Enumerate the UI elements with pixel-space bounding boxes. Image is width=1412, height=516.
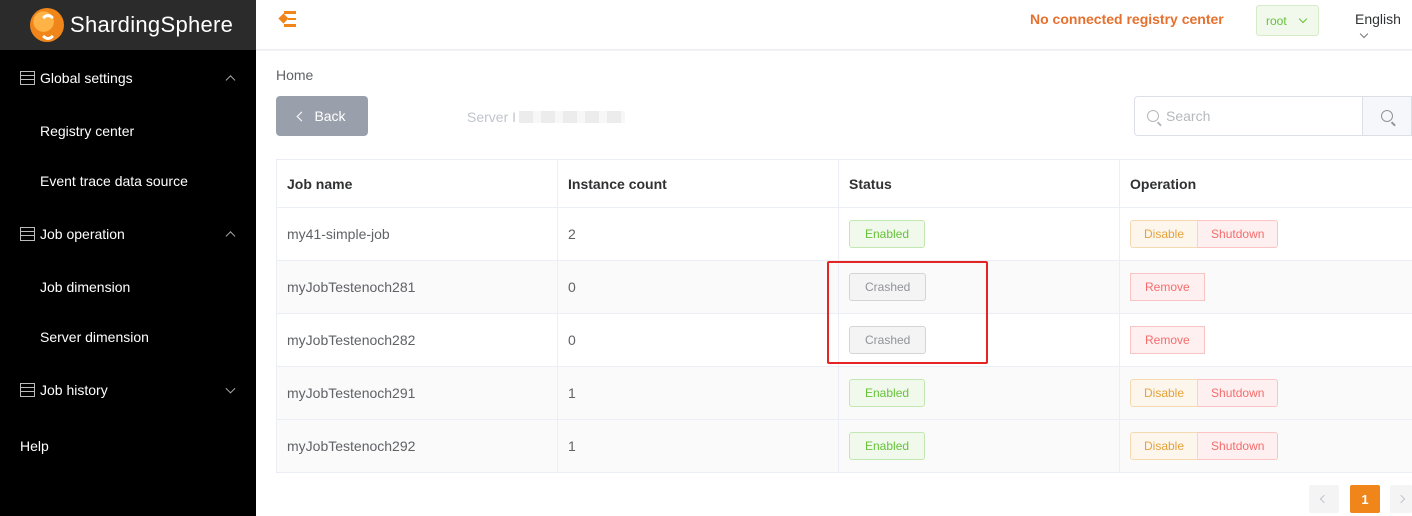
sidebar-item-help[interactable]: Help: [0, 418, 256, 474]
language-label: English: [1355, 11, 1401, 27]
operation-cell: Disable Shutdown: [1120, 208, 1412, 260]
column-header-operation: Operation: [1130, 175, 1197, 192]
chevron-up-icon: [225, 231, 236, 242]
status-cell: Enabled: [839, 367, 1120, 419]
instance-count-cell: 0: [558, 261, 839, 313]
remove-button[interactable]: Remove: [1130, 273, 1205, 301]
sidebar-item-server-dimension[interactable]: Server dimension: [0, 312, 256, 362]
page-number[interactable]: 1: [1350, 485, 1380, 513]
disable-button[interactable]: Disable: [1130, 220, 1199, 248]
menu-group-global-settings[interactable]: Global settings: [0, 50, 256, 106]
language-dropdown[interactable]: English: [1355, 11, 1412, 43]
server-ip-label: Server I: [467, 109, 626, 125]
chevron-left-icon: [1319, 494, 1329, 504]
chevron-up-icon: [225, 75, 236, 86]
chevron-down-icon: [225, 383, 236, 394]
status-badge: Crashed: [849, 326, 927, 354]
main-content: Home Back Server I Search Job name Insta…: [256, 51, 1412, 516]
menu-group-job-history[interactable]: Job history: [0, 362, 256, 418]
status-cell: Enabled: [839, 420, 1120, 472]
search-input[interactable]: Search: [1134, 96, 1364, 136]
back-label: Back: [314, 108, 346, 124]
search-icon: [1381, 110, 1393, 122]
operation-cell: Disable Shutdown: [1120, 367, 1412, 419]
table-row: my41-simple-job 2 Enabled Disable Shutdo…: [277, 208, 1412, 261]
menu-grid-icon: [20, 227, 35, 241]
table-header: Job name Instance count Status Operation: [277, 160, 1412, 208]
operation-cell: Remove: [1120, 261, 1412, 313]
job-name-cell: myJobTestenoch292: [277, 420, 558, 472]
next-page-button[interactable]: [1390, 485, 1412, 513]
job-name-cell: myJobTestenoch291: [277, 367, 558, 419]
status-cell: Crashed: [839, 261, 1120, 313]
operation-cell: Disable Shutdown: [1120, 420, 1412, 472]
sidebar-item-job-dimension[interactable]: Job dimension: [0, 262, 256, 312]
table-row: myJobTestenoch291 1 Enabled Disable Shut…: [277, 367, 1412, 420]
search-icon: [1147, 110, 1159, 122]
status-badge: Enabled: [849, 432, 926, 460]
table-row: myJobTestenoch281 0 Crashed Remove: [277, 261, 1412, 314]
status-cell: Enabled: [839, 208, 1120, 260]
collapse-sidebar-icon[interactable]: [278, 11, 298, 27]
shutdown-button[interactable]: Shutdown: [1198, 220, 1279, 248]
logo-text: ShardingSphere: [70, 12, 234, 37]
menu-group-job-operation[interactable]: Job operation: [0, 206, 256, 262]
registry-status-text: No connected registry center: [1030, 11, 1224, 27]
operation-cell: Remove: [1120, 314, 1412, 366]
disable-button[interactable]: Disable: [1130, 432, 1199, 460]
status-cell: Crashed: [839, 314, 1120, 366]
column-header-job-name: Job name: [277, 160, 558, 207]
shutdown-button[interactable]: Shutdown: [1198, 432, 1279, 460]
shutdown-button[interactable]: Shutdown: [1198, 379, 1279, 407]
column-header-status: Status: [839, 160, 1120, 207]
chevron-down-icon: [1359, 29, 1369, 39]
breadcrumb[interactable]: Home: [276, 67, 313, 83]
column-header-instance-count: Instance count: [558, 160, 839, 207]
status-badge: Crashed: [849, 273, 927, 301]
search-placeholder: Search: [1166, 108, 1211, 124]
status-badge: Enabled: [849, 220, 926, 248]
shardingsphere-logo-icon: [30, 8, 64, 42]
chevron-right-icon: [1396, 494, 1406, 504]
job-name-cell: myJobTestenoch282: [277, 314, 558, 366]
chevron-down-icon: [1298, 14, 1308, 24]
top-header: No connected registry center root Englis…: [256, 0, 1412, 50]
sidebar-item-registry-center[interactable]: Registry center: [0, 106, 256, 156]
sidebar: ShardingSphere Global settings Registry …: [0, 0, 256, 516]
chevron-left-icon: [296, 111, 307, 121]
instance-count-cell: 0: [558, 314, 839, 366]
menu-grid-icon: [20, 383, 35, 397]
menu-group-label: Job history: [40, 382, 108, 398]
status-badge: Enabled: [849, 379, 926, 407]
prev-page-button[interactable]: [1309, 485, 1339, 513]
job-name-cell: myJobTestenoch281: [277, 261, 558, 313]
disable-button[interactable]: Disable: [1130, 379, 1199, 407]
instance-count-cell: 1: [558, 420, 839, 472]
user-name: root: [1266, 13, 1287, 28]
search-button[interactable]: [1362, 96, 1412, 136]
menu-grid-icon: [20, 71, 35, 85]
instance-count-cell: 2: [558, 208, 839, 260]
logo[interactable]: ShardingSphere: [0, 0, 256, 50]
remove-button[interactable]: Remove: [1130, 326, 1205, 354]
table-row: myJobTestenoch282 0 Crashed Remove: [277, 314, 1412, 367]
menu-group-label: Job operation: [40, 226, 125, 242]
sidebar-item-event-trace-data-source[interactable]: Event trace data source: [0, 156, 256, 206]
server-ip-text: Server I: [467, 109, 517, 125]
jobs-table: Job name Instance count Status Operation…: [276, 159, 1412, 473]
redacted-ip: [519, 111, 626, 123]
back-button[interactable]: Back: [276, 96, 368, 136]
menu-group-label: Global settings: [40, 70, 133, 86]
user-dropdown[interactable]: root: [1256, 5, 1319, 36]
job-name-cell: my41-simple-job: [277, 208, 558, 260]
instance-count-cell: 1: [558, 367, 839, 419]
table-row: myJobTestenoch292 1 Enabled Disable Shut…: [277, 420, 1412, 473]
